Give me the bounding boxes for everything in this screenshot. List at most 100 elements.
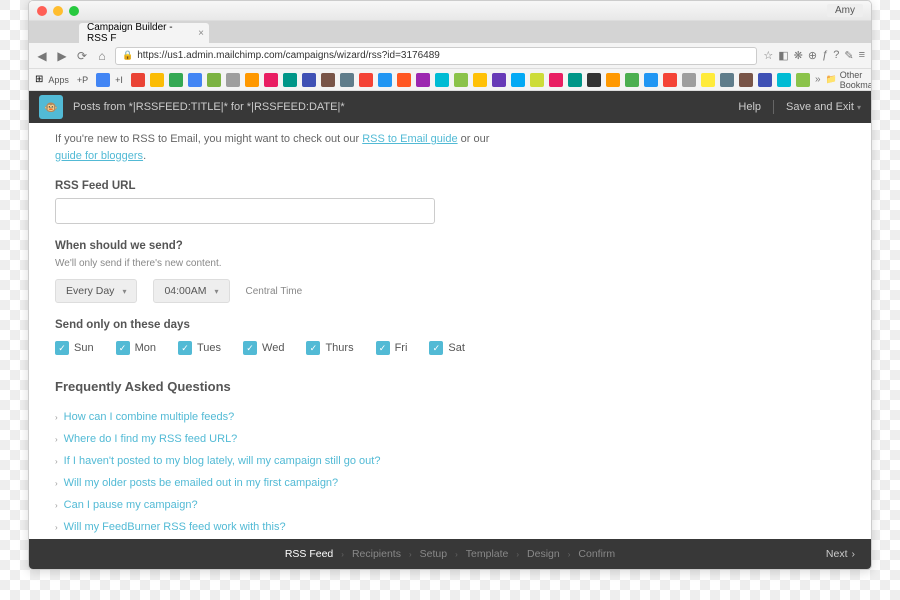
extension-icon-5[interactable]: ✎ — [844, 49, 853, 62]
time-select[interactable]: 04:00AM ▾ — [153, 279, 229, 303]
bookmark-icon[interactable] — [188, 73, 202, 87]
bookmark-icon[interactable] — [302, 73, 316, 87]
bookmark-icon[interactable] — [473, 73, 487, 87]
menu-icon[interactable]: ≡ — [859, 49, 865, 62]
evernote-icon[interactable]: ❋ — [794, 49, 803, 62]
help-link[interactable]: Help — [738, 101, 761, 113]
bookmark-icon[interactable] — [625, 73, 639, 87]
bookmark-icon[interactable] — [321, 73, 335, 87]
bookmark-icon[interactable] — [397, 73, 411, 87]
checkbox-icon: ✓ — [243, 341, 257, 355]
bookmark-icon[interactable] — [435, 73, 449, 87]
wizard-step-rss-feed[interactable]: RSS Feed — [285, 548, 333, 560]
user-badge[interactable]: Amy — [827, 4, 863, 17]
extension-icon-2[interactable]: ⊕ — [808, 49, 817, 62]
browser-tab[interactable]: Campaign Builder - RSS F × — [79, 23, 209, 43]
wizard-step-design[interactable]: Design — [527, 548, 560, 560]
maximize-window-button[interactable] — [69, 6, 79, 16]
bookmark-item[interactable]: +P — [77, 75, 88, 85]
faq-question: Will my older posts be emailed out in my… — [64, 477, 339, 489]
apps-icon[interactable]: ⊞ — [35, 74, 43, 85]
bookmark-icon[interactable] — [549, 73, 563, 87]
apps-label[interactable]: Apps — [48, 75, 69, 85]
back-button[interactable]: ◀ — [35, 49, 49, 63]
faq-item[interactable]: › Will my older posts be emailed out in m… — [55, 472, 845, 494]
forward-button[interactable]: ▶ — [55, 49, 69, 63]
bloggers-guide-link[interactable]: guide for bloggers — [55, 150, 143, 162]
day-checkbox-wed[interactable]: ✓Wed — [243, 341, 284, 355]
checkbox-icon: ✓ — [116, 341, 130, 355]
bookmark-icon[interactable] — [701, 73, 715, 87]
bookmark-icon[interactable] — [511, 73, 525, 87]
bookmark-icon[interactable] — [606, 73, 620, 87]
rss-guide-link[interactable]: RSS to Email guide — [362, 133, 457, 145]
extension-icon-4[interactable]: ? — [833, 49, 839, 62]
bookmark-icon[interactable] — [283, 73, 297, 87]
wizard-step-template[interactable]: Template — [466, 548, 509, 560]
faq-item[interactable]: ›If I haven't posted to my blog lately, … — [55, 450, 845, 472]
day-checkbox-mon[interactable]: ✓Mon — [116, 341, 156, 355]
bookmark-icon[interactable] — [758, 73, 772, 87]
bookmark-icon[interactable] — [359, 73, 373, 87]
wizard-step-recipients[interactable]: Recipients — [352, 548, 401, 560]
bookmark-icon[interactable] — [587, 73, 601, 87]
wizard-step-confirm[interactable]: Confirm — [578, 548, 615, 560]
faq-item[interactable]: ›How can I combine multiple feeds? — [55, 406, 845, 428]
bookmark-icon[interactable] — [720, 73, 734, 87]
day-checkbox-sat[interactable]: ✓Sat — [429, 341, 465, 355]
bookmark-icon[interactable] — [454, 73, 468, 87]
day-checkbox-thurs[interactable]: ✓Thurs — [306, 341, 353, 355]
home-button[interactable]: ⌂ — [95, 49, 109, 63]
bookmark-icon[interactable] — [416, 73, 430, 87]
main-content: If you're new to RSS to Email, you might… — [29, 123, 871, 539]
save-exit-button[interactable]: Save and Exit ▾ — [786, 101, 861, 113]
bookmark-icon[interactable] — [245, 73, 259, 87]
bookmark-icon[interactable] — [682, 73, 696, 87]
next-button[interactable]: Next › — [826, 548, 855, 560]
frequency-select[interactable]: Every Day ▾ — [55, 279, 137, 303]
faq-item[interactable]: ›Can I pause my campaign? — [55, 494, 845, 516]
extension-icon-3[interactable]: ƒ — [822, 49, 828, 62]
day-checkbox-fri[interactable]: ✓Fri — [376, 341, 408, 355]
bookmark-icon[interactable] — [663, 73, 677, 87]
bookmarks-overflow-icon[interactable]: » — [815, 74, 821, 85]
bookmark-icon[interactable] — [530, 73, 544, 87]
url-field[interactable]: 🔒 https://us1.admin.mailchimp.com/campai… — [115, 47, 757, 65]
bookmark-icon[interactable] — [777, 73, 791, 87]
bookmark-icon[interactable] — [492, 73, 506, 87]
bookmark-icon[interactable] — [131, 73, 145, 87]
minimize-window-button[interactable] — [53, 6, 63, 16]
bookmark-icon[interactable] — [568, 73, 582, 87]
faq-item[interactable]: ›Where do I find my RSS feed URL? — [55, 428, 845, 450]
mailchimp-logo[interactable]: 🐵 — [39, 95, 63, 119]
url-text: https://us1.admin.mailchimp.com/campaign… — [137, 50, 440, 61]
bookmark-item[interactable]: +I — [115, 75, 123, 85]
wizard-footer: RSS Feed›Recipients›Setup›Template›Desig… — [29, 539, 871, 569]
bookmark-icon[interactable] — [644, 73, 658, 87]
star-icon[interactable]: ☆ — [763, 49, 773, 62]
bookmark-icon[interactable] — [739, 73, 753, 87]
bookmark-icon[interactable] — [378, 73, 392, 87]
bookmark-icon[interactable] — [226, 73, 240, 87]
close-window-button[interactable] — [37, 6, 47, 16]
bookmark-icon[interactable] — [264, 73, 278, 87]
faq-item[interactable]: ›Will my FeedBurner RSS feed work with t… — [55, 516, 845, 538]
day-checkbox-tues[interactable]: ✓Tues — [178, 341, 221, 355]
window-titlebar: Amy — [29, 1, 871, 21]
other-bookmarks[interactable]: 📁 Other Bookmarks — [826, 70, 872, 90]
day-checkbox-sun[interactable]: ✓Sun — [55, 341, 94, 355]
bookmark-icon[interactable] — [207, 73, 221, 87]
bookmark-icon[interactable] — [169, 73, 183, 87]
bookmark-icon[interactable] — [150, 73, 164, 87]
bookmark-icon[interactable] — [96, 73, 110, 87]
checkbox-icon: ✓ — [429, 341, 443, 355]
close-tab-icon[interactable]: × — [198, 28, 204, 39]
reload-button[interactable]: ⟳ — [75, 49, 89, 63]
extension-icon[interactable]: ◧ — [778, 49, 788, 62]
tab-title: Campaign Builder - RSS F — [87, 22, 189, 44]
chevron-right-icon: › — [55, 479, 58, 488]
wizard-step-setup[interactable]: Setup — [420, 548, 447, 560]
bookmark-icon[interactable] — [340, 73, 354, 87]
bookmark-icon[interactable] — [796, 73, 810, 87]
rss-url-input[interactable] — [55, 198, 435, 224]
